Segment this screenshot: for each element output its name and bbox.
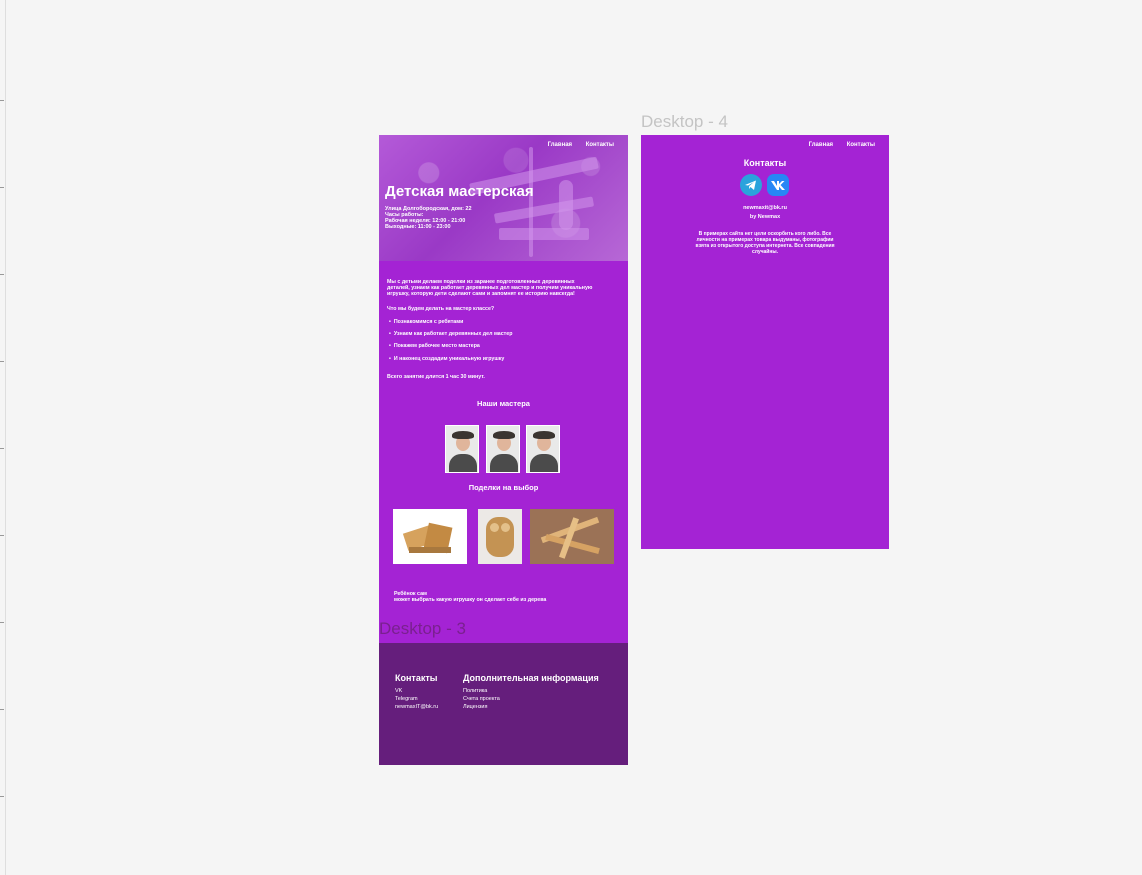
- duration-text: Всего занятие длится 1 час 30 минут.: [387, 374, 485, 380]
- master-photo-hat: [452, 431, 474, 439]
- footer-link-telegram[interactable]: Telegram: [395, 696, 418, 702]
- plan-item: И наконец создадим уникальную игрушку: [389, 356, 505, 362]
- hero-banner: Главная Контакты Детская мастерская Улиц…: [379, 135, 628, 261]
- master-photo: [486, 425, 520, 473]
- master-photo-body: [530, 454, 558, 472]
- ruler-tick: [0, 535, 4, 536]
- vk-icon[interactable]: [767, 174, 789, 196]
- page-title: Детская мастерская: [385, 183, 534, 200]
- owl-eye-shape: [501, 523, 510, 532]
- telegram-icon[interactable]: [740, 174, 762, 196]
- wooden-block-shape: [409, 547, 451, 553]
- owl-eye-shape: [490, 523, 499, 532]
- crafts-heading: Поделки на выбор: [468, 483, 539, 492]
- footer: Контакты VK Telegram newmaxIT@bk.ru Допо…: [379, 643, 628, 765]
- top-nav: Главная Контакты: [797, 142, 875, 148]
- masters-heading: Наши мастера: [477, 399, 530, 408]
- craft-image-wooden-owl: [478, 509, 522, 564]
- telegram-icon-glyph: [745, 180, 756, 190]
- nav-home-link[interactable]: Главная: [809, 142, 833, 148]
- footer-info-title: Дополнительная информация: [463, 673, 599, 683]
- choice-text-line2: может выбрать какую игрушку он сделает с…: [394, 597, 547, 603]
- hero-image-detail: [493, 196, 595, 224]
- frame-label-desktop-4: Desktop - 4: [641, 112, 728, 131]
- contacts-page-frame: Главная Контакты Контакты newmaxit@bk.ru…: [641, 135, 889, 549]
- master-photo-body: [490, 454, 518, 472]
- top-nav: Главная Контакты: [536, 142, 614, 148]
- nav-contacts-link[interactable]: Контакты: [847, 142, 875, 148]
- contacts-heading: Контакты: [743, 158, 787, 168]
- footer-link-accounts[interactable]: Счета проекта: [463, 696, 500, 702]
- nav-home-link[interactable]: Главная: [548, 142, 572, 148]
- vk-icon-glyph: [771, 181, 785, 190]
- footer-contacts-title: Контакты: [395, 673, 438, 683]
- nav-contacts-link[interactable]: Контакты: [586, 142, 614, 148]
- plan-item: Покажем рабочее место мастера: [389, 343, 480, 349]
- disclaimer-text: В примерах сайта нет цели оскорбить кого…: [695, 231, 835, 255]
- hero-info: Улица Долгобородская, дом: 22 Часы работ…: [385, 206, 472, 230]
- ruler-tick: [0, 100, 4, 101]
- master-photo: [526, 425, 560, 473]
- ruler-tick: [0, 274, 4, 275]
- owl-body-shape: [486, 517, 514, 557]
- author-credit: by Newmax: [749, 214, 781, 220]
- vertical-ruler: [0, 0, 6, 875]
- ruler-tick: [0, 361, 4, 362]
- main-page-frame: Главная Контакты Детская мастерская Улиц…: [379, 135, 628, 765]
- master-photo-hat: [493, 431, 515, 439]
- master-photo-hat: [533, 431, 555, 439]
- ruler-tick: [0, 448, 4, 449]
- craft-image-wooden-planes: [530, 509, 614, 564]
- master-photo: [445, 425, 479, 473]
- ruler-tick: [0, 709, 4, 710]
- ruler-tick: [0, 796, 4, 797]
- footer-link-email[interactable]: newmaxIT@bk.ru: [395, 704, 438, 710]
- craft-image-wooden-blocks: [393, 509, 467, 564]
- plan-title: Что мы будем делать на мастер классе?: [387, 306, 495, 312]
- hero-image-detail: [559, 180, 573, 230]
- footer-link-license[interactable]: Лицензия: [463, 704, 487, 710]
- weekends-hours: Выходные: 11:00 - 23:00: [385, 224, 451, 230]
- frame-label-desktop-3: Desktop - 3: [379, 619, 466, 638]
- footer-link-policy[interactable]: Политика: [463, 688, 487, 694]
- hero-image-detail: [499, 228, 589, 240]
- ruler-tick: [0, 622, 4, 623]
- intro-text: Мы с детьми делаем поделки из заранее по…: [387, 279, 593, 298]
- plan-item: Узнаем как работает деревянных дел масте…: [389, 331, 513, 337]
- contact-email[interactable]: newmaxit@bk.ru: [641, 205, 889, 211]
- hero-image-detail: [529, 147, 533, 257]
- footer-link-vk[interactable]: VK: [395, 688, 402, 694]
- master-photo-body: [449, 454, 477, 472]
- ruler-tick: [0, 187, 4, 188]
- plan-item: Познакомимся с ребятами: [389, 319, 464, 325]
